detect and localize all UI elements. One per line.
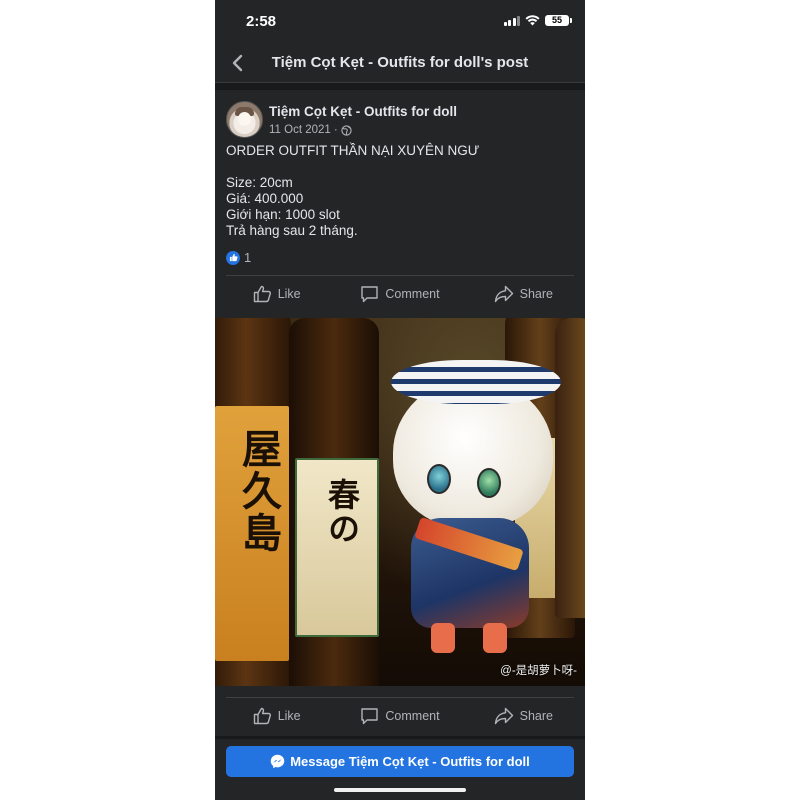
message-button[interactable]: Message Tiệm Cọt Kẹt - Outfits for doll (226, 746, 574, 777)
like-reaction-icon (226, 250, 240, 265)
thumbs-up-icon (253, 285, 271, 303)
post-meta: 11 Oct 2021 · (269, 124, 352, 136)
post-text-line (226, 159, 576, 175)
post-text-line: Giới hạn: 1000 slot (226, 207, 340, 222)
doll-foot (431, 623, 455, 653)
signal-icon (503, 15, 520, 26)
section-gap (215, 83, 585, 90)
photo-action-bar: Like Comment Share (215, 698, 585, 734)
share-icon (494, 285, 513, 303)
doll-foot (483, 623, 507, 653)
post-text-line: ORDER OUTFIT THẦN NẠI XUYÊN NGƯ (226, 143, 480, 158)
like-button[interactable]: Like (215, 698, 338, 734)
avatar[interactable] (226, 101, 263, 138)
wifi-icon (525, 15, 540, 26)
label-calligraphy: 屋久島 (235, 428, 282, 554)
comment-icon (361, 708, 379, 725)
section-gap (215, 736, 585, 739)
comment-icon (361, 286, 379, 303)
reaction-count: 1 (244, 250, 252, 265)
reaction-summary[interactable]: 1 (226, 250, 251, 265)
post-text-line: Size: 20cm (226, 175, 293, 190)
post-photo[interactable]: 屋久島 春の @-是胡萝卜呀- (215, 318, 585, 686)
avatar-face (238, 112, 251, 126)
share-button[interactable]: Share (462, 276, 585, 312)
photo-watermark: @-是胡萝卜呀- (500, 665, 577, 677)
post-date: 11 Oct 2021 (269, 124, 331, 136)
battery-icon: 55 (545, 15, 572, 26)
comment-label: Comment (385, 709, 440, 723)
status-icons: 55 (503, 15, 572, 26)
share-label: Share (519, 287, 553, 301)
thumbs-up-icon (253, 707, 271, 725)
nav-header: Tiệm Cọt Kẹt - Outfits for doll's post (215, 44, 585, 83)
share-icon (494, 707, 513, 725)
home-indicator[interactable] (334, 788, 466, 792)
globe-icon (341, 124, 352, 136)
page-title: Tiệm Cọt Kẹt - Outfits for doll's post (271, 54, 529, 71)
doll-headband (391, 360, 561, 404)
doll-eye (477, 468, 501, 498)
status-bar: 2:58 55 (215, 0, 585, 44)
comment-button[interactable]: Comment (338, 698, 461, 734)
back-button[interactable] (223, 48, 251, 78)
label-calligraphy: 春の (323, 478, 361, 546)
meta-separator: · (333, 124, 338, 136)
post-action-bar: Like Comment Share (215, 276, 585, 312)
post-text-line: Giá: 400.000 (226, 191, 304, 206)
post-text-line: Trả hàng sau 2 tháng. (226, 223, 358, 238)
post-author[interactable]: Tiệm Cọt Kẹt - Outfits for doll (269, 104, 457, 119)
phone-screen: 2:58 55 Tiệm Cọt Kẹt - Outfits for doll'… (215, 0, 585, 800)
share-button[interactable]: Share (462, 698, 585, 734)
message-button-label: Message Tiệm Cọt Kẹt - Outfits for doll (290, 754, 530, 769)
status-time: 2:58 (246, 13, 277, 30)
comment-button[interactable]: Comment (338, 276, 461, 312)
like-label: Like (277, 287, 301, 301)
like-button[interactable]: Like (215, 276, 338, 312)
post-text: ORDER OUTFIT THẦN NẠI XUYÊN NGƯ Size: 20… (226, 143, 576, 239)
share-label: Share (519, 709, 553, 723)
doll-eye (427, 464, 451, 494)
comment-label: Comment (385, 287, 440, 301)
bottle-far-right (555, 318, 585, 618)
messenger-icon (270, 754, 285, 769)
chevron-left-icon (232, 54, 243, 72)
like-label: Like (277, 709, 301, 723)
